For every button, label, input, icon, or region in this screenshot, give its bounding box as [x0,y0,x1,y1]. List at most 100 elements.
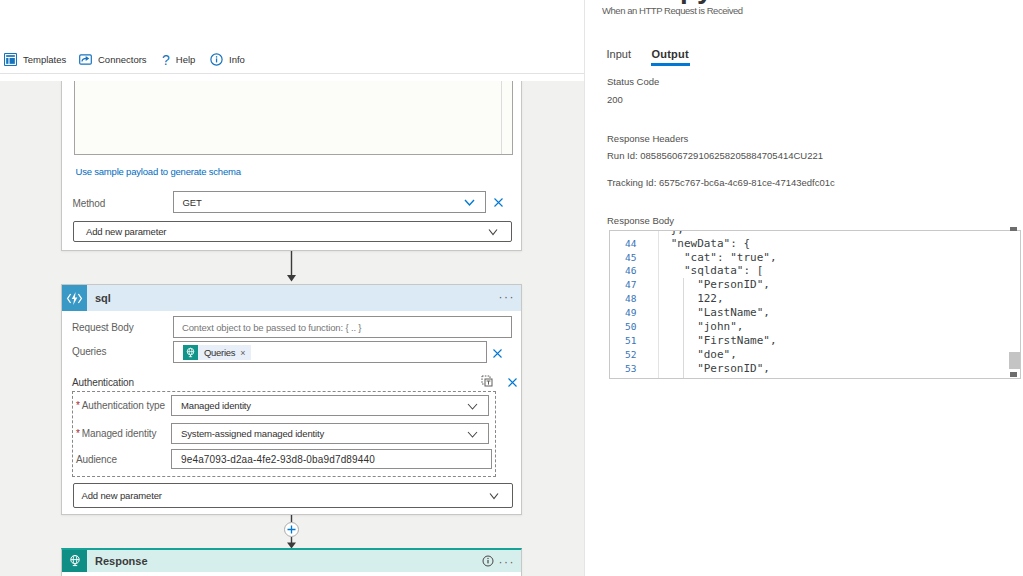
response-action-card[interactable]: Response ··· [61,548,522,576]
status-code-label: Status Code [607,76,659,87]
code-line: 53 "PersonID", [610,362,1021,376]
connectors-label: Connectors [98,54,147,65]
chevron-down-icon [464,198,475,207]
run-details-panel: demo-py When an HTTP Request is Received… [584,0,1023,576]
help-button[interactable]: ? Help [162,51,195,68]
request-body-label: Request Body [72,322,134,333]
line-number: 46 [610,264,637,278]
tracking-id: Tracking Id: 6575c767-bc6a-4c69-81ce-471… [607,177,835,188]
add-parameter-label: Add new parameter [86,226,166,237]
info-icon [210,53,223,66]
scrollbar-bottom-marker [1010,372,1018,377]
code-line: 49 "LastName", [610,306,1021,320]
required-asterisk: * [76,400,80,411]
line-text: "newData": { [657,237,750,251]
required-asterisk: * [76,428,80,439]
response-menu-button[interactable]: ··· [499,555,516,569]
code-line: 51 "FirstName", [610,334,1021,348]
sql-card-header[interactable]: sql [62,285,521,311]
function-icon [62,285,87,311]
request-body-schema-textarea[interactable] [74,81,513,155]
add-parameter-dropdown[interactable]: Add new parameter [73,221,512,242]
panel-subtitle: When an HTTP Request is Received [602,5,743,16]
managed-identity-value: System-assigned managed identity [181,428,324,439]
queries-input[interactable]: Queries × [173,341,487,364]
line-text: "PersonID", [657,362,770,376]
auth-editor-toggle-icon[interactable] [481,375,493,387]
line-text: "john", [657,320,743,334]
line-number: 53 [610,362,637,376]
code-line: }, [610,230,1021,237]
queries-clear-button[interactable] [492,348,503,359]
auth-type-value: Managed identity [181,400,251,411]
add-parameter-label: Add new parameter [82,490,162,501]
queries-token-label: Queries [204,347,235,358]
tab-output[interactable]: Output [652,48,689,60]
http-globe-icon [62,550,87,572]
http-trigger-card[interactable]: Use sample payload to generate schema Me… [61,81,522,251]
line-number: 51 [610,334,637,348]
line-number: 44 [610,237,637,251]
response-headers-label: Response Headers [607,133,688,144]
line-number: 47 [610,278,637,292]
method-value: GET [183,197,202,208]
code-lines: },44 "newData": { 45 "cat": "true", 46 "sq… [610,230,1021,376]
line-number: 45 [610,251,637,265]
http-globe-icon [183,345,199,360]
toolbar-divider [0,73,584,74]
request-body-input[interactable]: Context object to be passed to function:… [173,316,512,338]
templates-label: Templates [23,54,66,65]
managed-identity-label: Managed identity [82,428,157,439]
audience-value: 9e4a7093-d2aa-4fe2-93d8-0ba9d7d89440 [181,454,375,465]
managed-identity-dropdown[interactable]: System-assigned managed identity [171,423,489,445]
info-button[interactable]: Info [210,51,245,68]
line-text: "sqldata": [ [657,264,763,278]
code-line: 50 "john", [610,320,1021,334]
vertical-scrollbar-thumb[interactable] [1009,352,1020,369]
line-text: "FirstName", [657,334,776,348]
sql-card-title: sql [95,292,111,304]
tab-input[interactable]: Input [607,48,631,60]
auth-type-label: Authentication type [82,400,165,411]
sql-menu-button[interactable]: ··· [499,290,516,304]
authentication-label: Authentication [72,377,134,388]
line-text: "PersonID", [657,278,770,292]
code-line: 47 "PersonID", [610,278,1021,292]
authentication-clear-button[interactable] [507,377,518,388]
code-line: 48 122, [610,292,1021,306]
line-text: 122, [657,292,723,306]
status-code-value: 200 [607,94,623,105]
run-id: Run Id: 08585606729106258205884705414CU2… [607,150,823,161]
info-label: Info [229,54,245,65]
line-text: "doe", [657,348,736,362]
line-number: 49 [610,306,637,320]
audience-label: Audience [76,454,117,465]
method-dropdown[interactable]: GET [173,191,487,213]
info-circle-icon[interactable] [482,555,494,567]
audience-input[interactable]: 9e4a7093-d2aa-4fe2-93d8-0ba9d7d89440 [171,449,492,469]
scrollbar-top-marker [1010,227,1018,231]
response-body-code-viewer[interactable]: },44 "newData": { 45 "cat": "true", 46 "sq… [609,230,1022,379]
help-icon: ? [162,52,170,68]
sql-action-card[interactable]: sql ··· Request Body Context object to b… [61,284,522,515]
code-line: 52 "doe", [610,348,1021,362]
auth-type-dropdown[interactable]: Managed identity [171,395,489,417]
queries-label: Queries [72,346,106,357]
templates-button[interactable]: Templates [4,51,66,68]
insert-step-button[interactable] [284,522,299,537]
chevron-down-icon [467,430,478,439]
sample-payload-link[interactable]: Use sample payload to generate schema [76,166,241,177]
connectors-button[interactable]: Connectors [79,51,147,68]
chevron-down-icon [488,228,498,236]
line-text: "cat": "true", [657,251,776,265]
line-number: 52 [610,348,637,362]
textarea-scrollbar[interactable] [501,81,502,154]
queries-token-remove[interactable]: × [240,348,245,358]
chevron-down-icon [489,492,499,500]
queries-token-pill[interactable]: Queries × [183,345,252,360]
workflow-canvas[interactable]: Use sample payload to generate schema Me… [0,81,584,576]
add-parameter-dropdown[interactable]: Add new parameter [73,483,513,508]
line-text: "LastName", [657,306,770,320]
response-card-header[interactable]: Response [62,550,521,572]
method-clear-button[interactable] [493,197,504,208]
